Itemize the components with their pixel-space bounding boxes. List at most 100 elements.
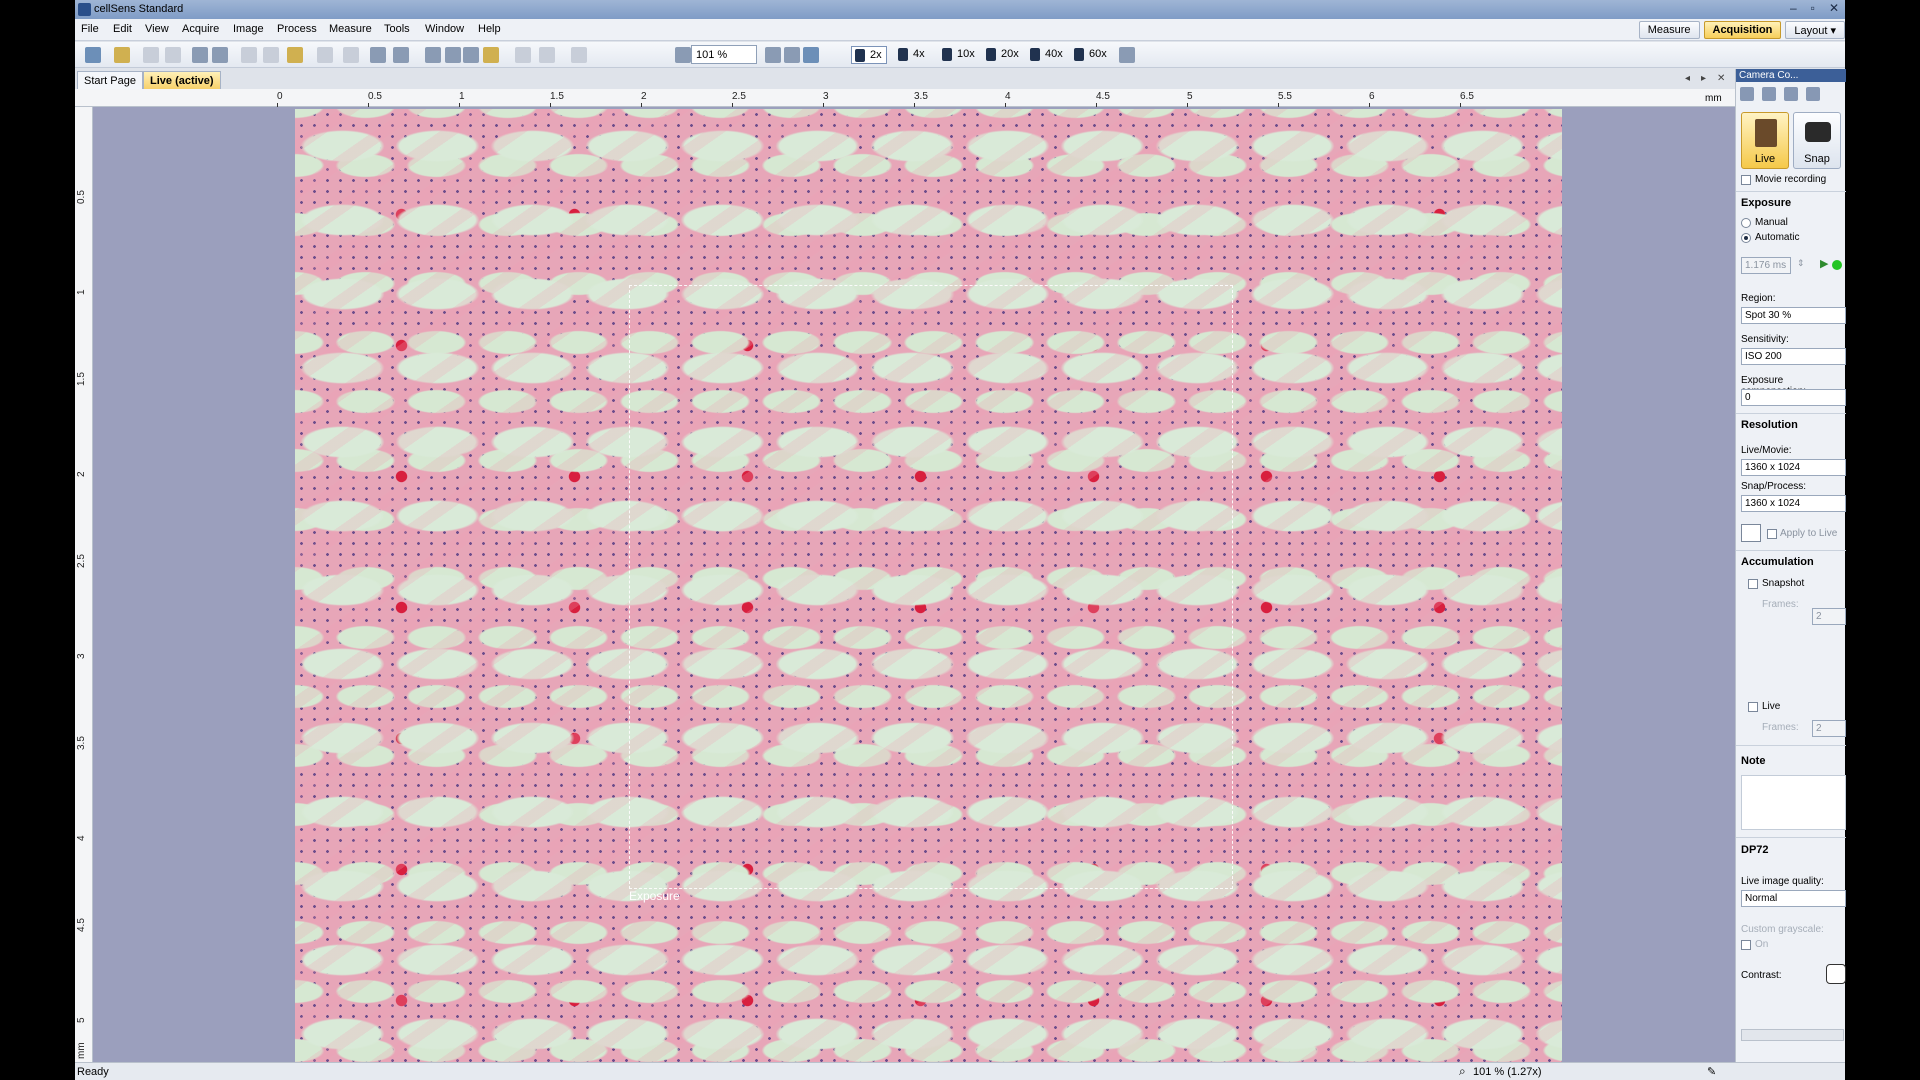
cut-icon[interactable]: [241, 47, 257, 63]
exposure-automatic-label: Automatic: [1755, 232, 1800, 243]
undo-icon[interactable]: [317, 47, 333, 63]
grayscale-on-checkbox[interactable]: [1741, 940, 1751, 950]
ruler-tick: 4.5: [1096, 91, 1110, 107]
image-process-icon[interactable]: [1806, 87, 1820, 101]
exposure-roi-frame[interactable]: [629, 285, 1233, 889]
tab-close-icon[interactable]: ✕: [1717, 73, 1725, 84]
pin-icon[interactable]: ✎: [1707, 1065, 1716, 1078]
objective-2x-label: 2x: [870, 49, 882, 61]
snap-resolution-select[interactable]: 1360 x 1024: [1741, 495, 1846, 512]
layout-menu-button[interactable]: Layout ▾: [1785, 21, 1845, 39]
snap-button[interactable]: Snap: [1793, 112, 1841, 169]
movie-recording-label: Movie recording: [1755, 174, 1827, 185]
panel-scrollbar[interactable]: [1741, 1029, 1844, 1041]
tab-next-icon[interactable]: ▸: [1701, 73, 1706, 84]
sensitivity-select[interactable]: ISO 200: [1741, 348, 1846, 365]
crop-icon[interactable]: [539, 47, 555, 63]
menu-window[interactable]: Window: [425, 23, 464, 35]
exposure-compensation-field[interactable]: 0: [1741, 389, 1846, 406]
redo-icon[interactable]: [343, 47, 359, 63]
app-window: cellSens Standard – ▫ ✕ File Edit View A…: [75, 0, 1846, 1080]
play-icon[interactable]: ▶: [1820, 257, 1828, 270]
live-accumulation-checkbox[interactable]: [1748, 702, 1758, 712]
open-folder-icon[interactable]: [114, 47, 130, 63]
menu-acquire[interactable]: Acquire: [182, 23, 219, 35]
objective-10x[interactable]: 10x: [939, 46, 975, 64]
menu-edit[interactable]: Edit: [113, 23, 132, 35]
rotate-icon[interactable]: [515, 47, 531, 63]
live-quality-select[interactable]: Normal: [1741, 890, 1846, 907]
objective-40x[interactable]: 40x: [1027, 46, 1063, 64]
exposure-time-field[interactable]: 1.176 ms: [1741, 257, 1791, 274]
exposure-stepper-icon[interactable]: ⇕: [1797, 258, 1805, 269]
zoom-in-icon[interactable]: [765, 47, 781, 63]
maximize-icon[interactable]: ▫: [1811, 1, 1815, 15]
ruler-tick: 3: [823, 91, 829, 107]
movie-recording-checkbox[interactable]: [1741, 175, 1751, 185]
tab-live[interactable]: Live (active): [143, 71, 221, 89]
tab-start-page[interactable]: Start Page: [77, 71, 143, 89]
microscope-settings-icon[interactable]: [1119, 47, 1135, 63]
fit-to-window-icon[interactable]: [784, 47, 800, 63]
measure-tool-icon[interactable]: [571, 47, 587, 63]
menu-help[interactable]: Help: [478, 23, 501, 35]
live-frames-field[interactable]: 2: [1812, 720, 1846, 737]
objective-60x[interactable]: 60x: [1071, 46, 1107, 64]
objective-2x[interactable]: 2x: [851, 46, 887, 64]
copy-icon[interactable]: [263, 47, 279, 63]
region-select[interactable]: Spot 30 %: [1741, 307, 1846, 324]
pointer-tool-icon[interactable]: [483, 47, 499, 63]
menu-measure[interactable]: Measure: [329, 23, 372, 35]
paste-icon[interactable]: [287, 47, 303, 63]
zoom-out-icon[interactable]: [675, 47, 691, 63]
vertical-ruler: 0.5 1 1.5 2 2.5 3 3.5 4 4.5 5 mm: [75, 107, 93, 1062]
zoom-rect-icon[interactable]: [463, 47, 479, 63]
snap-camera-icon: [1805, 122, 1831, 142]
ruler-tick: 4.5: [76, 918, 87, 932]
grayscale-on-label: On: [1755, 939, 1769, 950]
menu-file[interactable]: File: [81, 23, 99, 35]
layout-acquisition-button[interactable]: Acquisition: [1703, 21, 1782, 39]
note-textarea[interactable]: [1741, 775, 1846, 830]
objective-20x[interactable]: 20x: [983, 46, 1019, 64]
snapshot-frames-field[interactable]: 2: [1812, 608, 1846, 625]
menu-tools[interactable]: Tools: [384, 23, 410, 35]
ruler-tick: 0.5: [368, 91, 382, 107]
print-preview-icon[interactable]: [212, 47, 228, 63]
exposure-manual-radio[interactable]: [1741, 218, 1751, 228]
menu-view[interactable]: View: [145, 23, 169, 35]
objective-4x[interactable]: 4x: [895, 46, 925, 64]
zoom-tool-icon[interactable]: [445, 47, 461, 63]
draw-tool-icon[interactable]: [393, 47, 409, 63]
tab-prev-icon[interactable]: ◂: [1685, 73, 1690, 84]
resolution-heading: Resolution: [1741, 419, 1798, 431]
status-text: Ready: [77, 1066, 109, 1078]
live-button[interactable]: Live: [1741, 112, 1789, 169]
crop-region-icon[interactable]: [1741, 524, 1761, 542]
menu-image[interactable]: Image: [233, 23, 264, 35]
exposure-automatic-radio[interactable]: [1741, 233, 1751, 243]
print-icon[interactable]: [192, 47, 208, 63]
layout-measure-button[interactable]: Measure: [1638, 21, 1700, 39]
save-icon[interactable]: [143, 47, 159, 63]
minimize-icon[interactable]: –: [1790, 1, 1797, 15]
camera-settings-icon[interactable]: [1740, 87, 1754, 101]
objective-40x-label: 40x: [1045, 48, 1063, 60]
select-tool-icon[interactable]: [370, 47, 386, 63]
pan-hand-icon[interactable]: [425, 47, 441, 63]
menu-process[interactable]: Process: [277, 23, 317, 35]
live-resolution-select[interactable]: 1360 x 1024: [1741, 459, 1846, 476]
image-viewer[interactable]: Exposure: [93, 107, 1735, 1062]
color-icon[interactable]: [1784, 87, 1798, 101]
fit-width-icon[interactable]: [803, 47, 819, 63]
snap-resolution-label: Snap/Process:: [1741, 481, 1807, 492]
contrast-dial-icon[interactable]: [1826, 964, 1846, 984]
white-balance-icon[interactable]: [1762, 87, 1776, 101]
divider: [1736, 837, 1846, 838]
save-all-icon[interactable]: [165, 47, 181, 63]
snapshot-checkbox[interactable]: [1748, 579, 1758, 589]
new-document-icon[interactable]: [85, 47, 101, 63]
close-icon[interactable]: ✕: [1829, 1, 1839, 15]
zoom-field[interactable]: 101 %: [691, 45, 757, 64]
apply-to-live-checkbox[interactable]: [1767, 529, 1777, 539]
